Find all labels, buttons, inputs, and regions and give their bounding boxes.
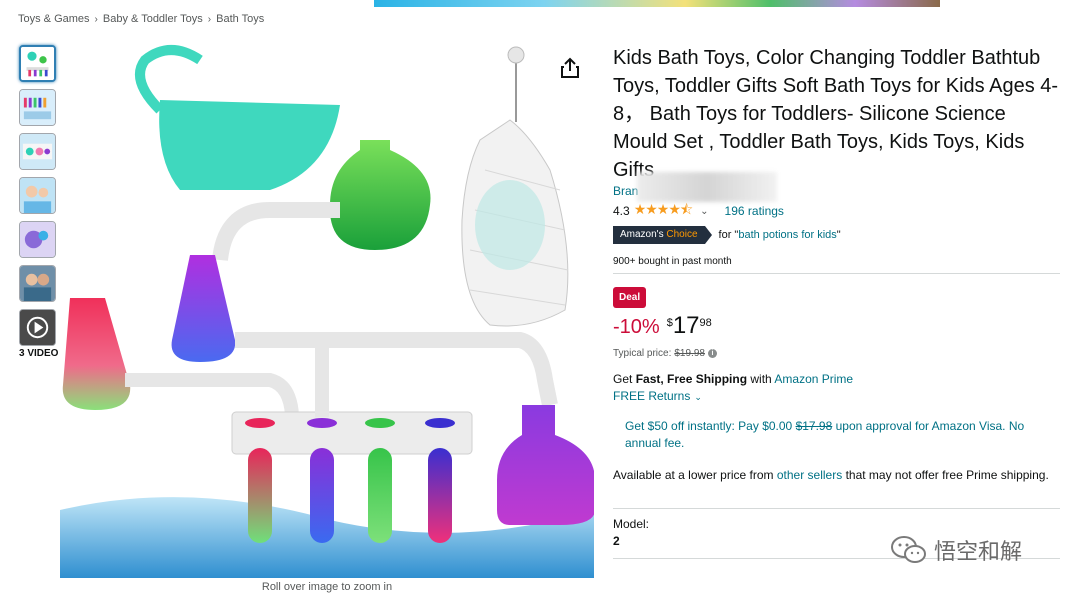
choice-keyword-link[interactable]: bath potions for kids	[738, 229, 836, 241]
product-illustration	[60, 45, 595, 578]
free-returns-link[interactable]: FREE Returns ⌄	[613, 389, 1061, 403]
amazons-choice-badge: Amazon's Choice	[613, 226, 711, 244]
thumbnail-2[interactable]	[19, 89, 56, 126]
breadcrumb-item-toys-games[interactable]: Toys & Games	[18, 13, 90, 25]
brand-prefix[interactable]: Bran	[613, 184, 638, 198]
price-whole: 17	[672, 312, 700, 339]
video-count-label[interactable]: 3 VIDEO	[19, 348, 58, 359]
video-thumbnail[interactable]	[19, 309, 56, 346]
share-icon[interactable]	[560, 57, 580, 79]
thumbnail-6[interactable]	[19, 265, 56, 302]
thumbnail-4[interactable]	[19, 177, 56, 214]
choice-badge-word: Choice	[666, 229, 698, 240]
typical-price-row: Typical price: $19.98 i	[613, 348, 1061, 359]
product-details: Kids Bath Toys, Color Changing Toddler B…	[613, 44, 1061, 559]
bought-in-past-month: 900+ bought in past month	[613, 256, 732, 267]
product-title: Kids Bath Toys, Color Changing Toddler B…	[613, 47, 1059, 181]
choice-for-label: for "	[718, 229, 739, 241]
chat-bubble-icon	[891, 536, 926, 563]
ratings-count-link[interactable]: 196 ratings	[725, 204, 784, 218]
thumbnail-3[interactable]	[19, 133, 56, 170]
breadcrumb-separator-icon: ›	[94, 13, 98, 25]
amazons-choice-row: Amazon's Choice for " bath potions for ki…	[613, 226, 1061, 244]
thumbnail-5[interactable]	[19, 221, 56, 258]
shipping-info: Get Fast, Free Shipping with Amazon Prim…	[613, 372, 1061, 386]
shipping-get: Get	[613, 372, 636, 386]
info-icon[interactable]: i	[707, 349, 717, 358]
divider	[613, 273, 1060, 274]
chevron-down-icon[interactable]: ⌄	[700, 206, 708, 217]
thumbnail-1[interactable]	[19, 45, 56, 82]
fast-free-shipping: Fast, Free Shipping	[635, 372, 748, 386]
typical-price-label: Typical price:	[613, 348, 672, 359]
typical-price-value: $19.98	[674, 348, 705, 359]
choice-quote-end: "	[836, 229, 841, 241]
breadcrumb: Toys & Games › Baby & Toddler Toys › Bat…	[18, 13, 264, 25]
zoom-hint-text: Roll over image to zoom in	[261, 581, 393, 593]
choice-badge-brand: Amazon's	[620, 229, 664, 240]
top-ad-banner[interactable]	[374, 0, 940, 7]
brand-redaction	[637, 172, 777, 202]
shipping-with: with	[747, 372, 775, 386]
promo-text-a[interactable]: Get $50 off instantly: Pay $0.00	[625, 419, 796, 433]
watermark: 悟空和解	[890, 534, 1022, 566]
breadcrumb-separator-icon: ›	[207, 13, 212, 25]
free-returns-label[interactable]: FREE Returns	[613, 389, 690, 403]
main-product-image[interactable]	[60, 40, 595, 578]
model-label: Model:	[613, 517, 650, 531]
breadcrumb-item-baby-toddler[interactable]: Baby & Toddler Toys	[103, 13, 203, 25]
price-fraction: 98	[699, 317, 712, 329]
image-thumbnail-list	[19, 45, 57, 353]
visa-promo[interactable]: Get $50 off instantly: Pay $0.00 $17.98 …	[613, 418, 1061, 452]
chevron-down-icon[interactable]: ⌄	[694, 392, 702, 402]
brand-link[interactable]: Bran	[613, 172, 1061, 202]
breadcrumb-item-bath-toys[interactable]: Bath Toys	[216, 13, 264, 25]
rating-value: 4.3	[613, 204, 630, 218]
amazon-prime-link[interactable]: Amazon Prime	[774, 372, 853, 386]
deal-badge: Deal	[613, 287, 647, 308]
other-sellers-link[interactable]: other sellers	[777, 468, 842, 482]
star-rating-icon[interactable]: ★★★★⯪	[634, 199, 693, 223]
price-row: -10% $ 17 98	[613, 314, 1061, 342]
other-sellers-text-a: Available at a lower price from	[613, 468, 777, 482]
other-sellers-text-b: that may not offer free Prime shipping.	[842, 468, 1049, 482]
discount-percent: -10%	[613, 316, 660, 338]
watermark-text: 悟空和解	[934, 540, 1023, 565]
other-sellers-note: Available at a lower price from other se…	[613, 467, 1061, 484]
divider	[613, 508, 1060, 509]
promo-struck-price: $17.98	[795, 419, 833, 433]
play-icon	[20, 310, 55, 345]
rating-row: 4.3 ★★★★⯪ ⌄ 196 ratings	[613, 199, 1061, 223]
